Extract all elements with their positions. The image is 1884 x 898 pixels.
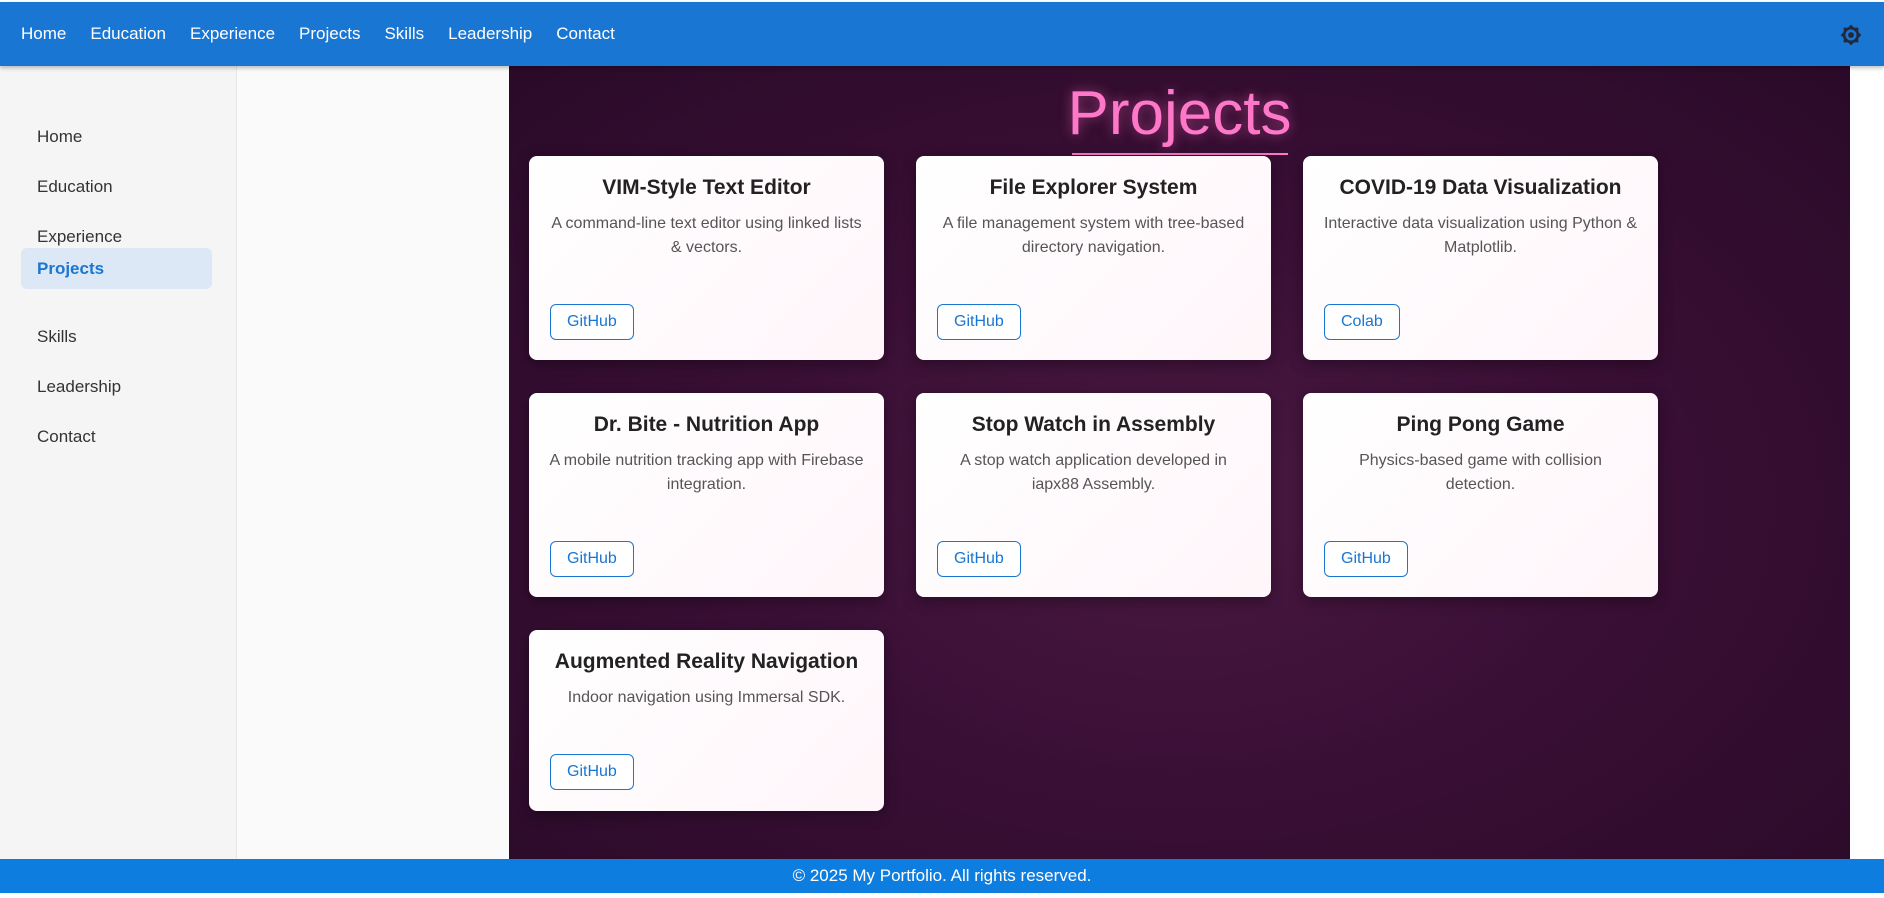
section-title: Projects	[1067, 79, 1292, 148]
topnav-link-contact[interactable]: Contact	[556, 24, 615, 44]
github-button[interactable]: GitHub	[550, 304, 634, 340]
project-card: Ping Pong Game Physics-based game with c…	[1303, 393, 1658, 597]
sidebar-item-contact[interactable]: Contact	[21, 416, 212, 457]
github-button[interactable]: GitHub	[937, 541, 1021, 577]
right-margin	[1850, 66, 1884, 859]
content-spacer	[237, 66, 509, 859]
sidebar-item-leadership[interactable]: Leadership	[21, 366, 212, 407]
project-description: Physics-based game with collision detect…	[1359, 452, 1602, 493]
project-description: Indoor navigation using Immersal SDK.	[567, 689, 846, 706]
project-card: COVID-19 Data Visualization Interactive …	[1303, 156, 1658, 360]
topnav-link-skills[interactable]: Skills	[384, 24, 424, 44]
project-title: Dr. Bite - Nutrition App	[593, 413, 820, 436]
project-title: Augmented Reality Navigation	[554, 650, 859, 673]
sidebar-item-projects[interactable]: Projects	[21, 248, 212, 289]
footer-copyright: © 2025 My Portfolio. All rights reserved…	[792, 866, 1092, 885]
project-title: File Explorer System	[989, 176, 1198, 199]
sidebar-item-education[interactable]: Education	[21, 166, 212, 207]
github-button[interactable]: GitHub	[937, 304, 1021, 340]
top-nav-links: Home Education Experience Projects Skill…	[0, 24, 639, 44]
project-description: A command-line text editor using linked …	[551, 215, 862, 256]
github-button[interactable]: GitHub	[550, 541, 634, 577]
topnav-link-home[interactable]: Home	[21, 24, 66, 44]
project-description: A mobile nutrition tracking app with Fir…	[549, 452, 864, 493]
topnav-link-leadership[interactable]: Leadership	[448, 24, 532, 44]
github-button[interactable]: GitHub	[1324, 541, 1408, 577]
brightness-icon	[1840, 24, 1862, 46]
project-description: A stop watch application developed in ia…	[960, 452, 1227, 493]
project-card: Augmented Reality Navigation Indoor navi…	[529, 630, 884, 811]
project-description: Interactive data visualization using Pyt…	[1323, 215, 1638, 256]
sidebar-item-home[interactable]: Home	[21, 116, 212, 157]
project-card: VIM-Style Text Editor A command-line tex…	[529, 156, 884, 360]
project-card: File Explorer System A file management s…	[916, 156, 1271, 360]
projects-section: Projects VIM-Style Text Editor A command…	[509, 66, 1850, 859]
project-title: VIM-Style Text Editor	[602, 176, 811, 199]
footer: © 2025 My Portfolio. All rights reserved…	[0, 859, 1884, 893]
project-card: Stop Watch in Assembly A stop watch appl…	[916, 393, 1271, 597]
sidebar-item-skills[interactable]: Skills	[21, 316, 212, 357]
topnav-link-education[interactable]: Education	[90, 24, 166, 44]
theme-toggle-button[interactable]	[1840, 24, 1862, 46]
project-title: COVID-19 Data Visualization	[1339, 176, 1622, 199]
project-title: Stop Watch in Assembly	[971, 413, 1216, 436]
topnav-link-projects[interactable]: Projects	[299, 24, 360, 44]
sidebar: Home Education Experience Projects Skill…	[0, 66, 237, 859]
top-navbar: Home Education Experience Projects Skill…	[0, 2, 1884, 66]
project-card: Dr. Bite - Nutrition App A mobile nutrit…	[529, 393, 884, 597]
colab-button[interactable]: Colab	[1324, 304, 1400, 340]
project-title: Ping Pong Game	[1396, 413, 1565, 436]
project-description: A file management system with tree-based…	[942, 215, 1245, 256]
title-underline	[1072, 153, 1288, 155]
github-button[interactable]: GitHub	[550, 754, 634, 790]
topnav-link-experience[interactable]: Experience	[190, 24, 275, 44]
